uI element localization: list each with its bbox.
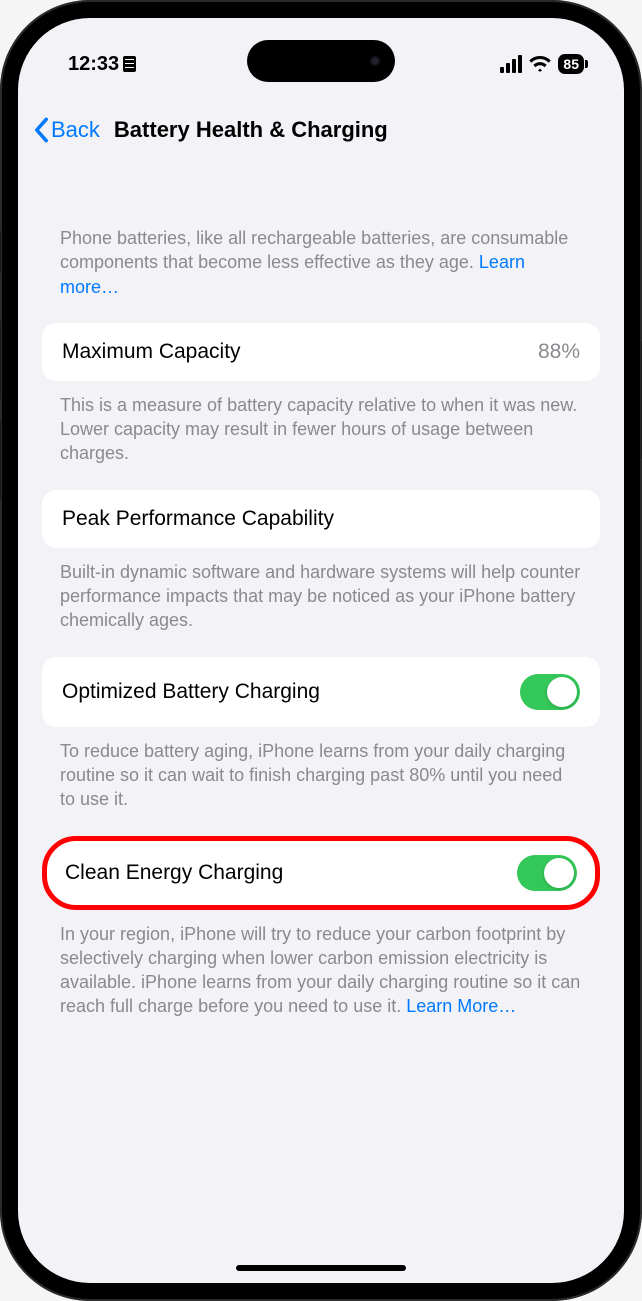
nav-bar: Back Battery Health & Charging: [18, 100, 624, 160]
chevron-back-icon: [34, 117, 49, 143]
volume-down-button: [0, 420, 1, 500]
maximum-capacity-label: Maximum Capacity: [62, 340, 241, 364]
battery-indicator: 85: [558, 54, 584, 74]
home-indicator[interactable]: [236, 1265, 406, 1271]
status-right: 85: [500, 54, 584, 74]
clean-energy-description: In your region, iPhone will try to reduc…: [42, 922, 600, 1019]
content-area[interactable]: Phone batteries, like all rechargeable b…: [18, 168, 624, 1283]
wifi-icon: [529, 56, 551, 72]
clean-energy-charging-row: Clean Energy Charging: [42, 836, 600, 910]
cellular-signal-icon: [500, 55, 522, 73]
optimized-charging-row: Optimized Battery Charging: [42, 657, 600, 727]
clean-energy-toggle[interactable]: [517, 855, 577, 891]
maximum-capacity-row[interactable]: Maximum Capacity 88%: [42, 323, 600, 381]
optimized-charging-description: To reduce battery aging, iPhone learns f…: [42, 739, 600, 812]
back-label: Back: [51, 117, 100, 143]
peak-performance-row[interactable]: Peak Performance Capability: [42, 490, 600, 548]
peak-performance-description: Built-in dynamic software and hardware s…: [42, 560, 600, 633]
optimized-charging-toggle[interactable]: [520, 674, 580, 710]
peak-performance-label: Peak Performance Capability: [62, 507, 334, 531]
iphone-frame: 12:33 85 Back Ba: [0, 0, 642, 1301]
page-title: Battery Health & Charging: [114, 117, 388, 143]
maximum-capacity-value: 88%: [538, 340, 580, 364]
task-list-indicator-icon: [123, 56, 136, 72]
volume-up-button: [0, 320, 1, 400]
optimized-charging-label: Optimized Battery Charging: [62, 680, 320, 704]
battery-percent-text: 85: [563, 56, 579, 72]
silent-switch: [0, 230, 1, 274]
screen: 12:33 85 Back Ba: [18, 18, 624, 1283]
clean-energy-learn-more-link[interactable]: Learn More…: [406, 996, 516, 1016]
maximum-capacity-description: This is a measure of battery capacity re…: [42, 393, 600, 466]
status-time: 12:33: [68, 53, 119, 76]
toggle-knob: [544, 858, 574, 888]
toggle-knob: [547, 677, 577, 707]
dynamic-island: [247, 40, 395, 82]
clean-energy-label: Clean Energy Charging: [65, 861, 283, 885]
intro-description: Phone batteries, like all rechargeable b…: [42, 226, 600, 299]
back-button[interactable]: Back: [34, 117, 100, 143]
status-left: 12:33: [68, 53, 136, 76]
